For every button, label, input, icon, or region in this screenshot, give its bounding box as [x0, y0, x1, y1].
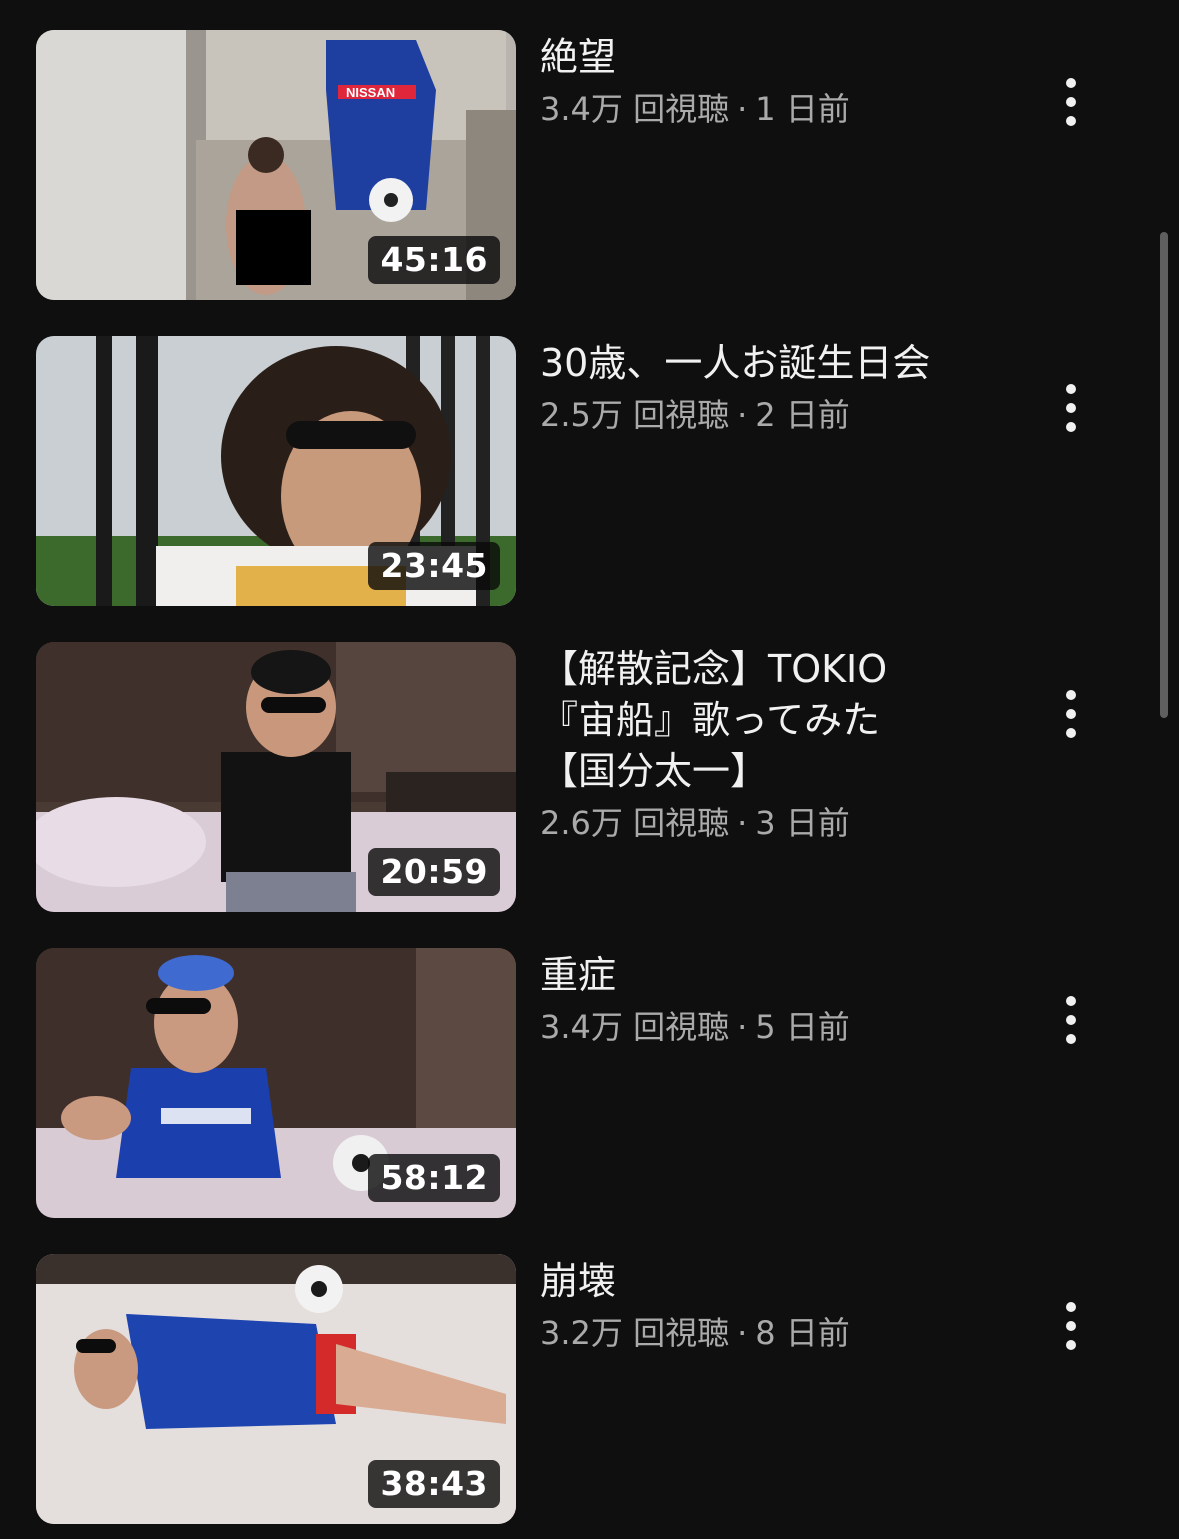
video-thumbnail[interactable]: 20:59 [36, 642, 516, 912]
view-count: 2.5万 回視聴 [540, 396, 730, 434]
video-title[interactable]: 30歳、一人お誕生日会 [540, 338, 1010, 389]
video-duration: 45:16 [368, 236, 500, 284]
more-vert-icon [1066, 78, 1076, 88]
more-vert-icon-dot [1066, 422, 1076, 432]
video-info[interactable]: 重症 3.4万 回視聴 · 5 日前 [540, 950, 1010, 1049]
video-meta: 2.5万 回視聴 · 2 日前 [540, 393, 1010, 437]
meta-separator: · [737, 1008, 748, 1046]
more-options-button[interactable] [1046, 378, 1096, 438]
more-vert-icon-dot [1066, 403, 1076, 413]
more-vert-icon-dot [1066, 97, 1076, 107]
video-duration: 20:59 [368, 848, 500, 896]
view-count: 3.4万 回視聴 [540, 1008, 730, 1046]
view-count: 3.2万 回視聴 [540, 1314, 730, 1352]
video-duration: 23:45 [368, 542, 500, 590]
video-item-4[interactable]: 58:12 重症 3.4万 回視聴 · 5 日前 [0, 948, 1150, 1220]
video-title-line: 【国分太一】 [540, 749, 769, 793]
video-title-line: 崩壊 [540, 1259, 617, 1303]
view-count: 3.4万 回視聴 [540, 90, 730, 128]
video-info[interactable]: 30歳、一人お誕生日会 2.5万 回視聴 · 2 日前 [540, 338, 1010, 437]
upload-age: 8 日前 [755, 1314, 850, 1352]
more-vert-icon [1066, 690, 1076, 700]
video-item-3[interactable]: 20:59 【解散記念】TOKIO 『宙船』歌ってみた 【国分太一】 2.6万 … [0, 642, 1150, 914]
video-duration: 38:43 [368, 1460, 500, 1508]
meta-separator: · [737, 396, 748, 434]
more-options-button[interactable] [1046, 72, 1096, 132]
video-item-1[interactable]: NISSAN 45:16 絶望 3.4万 回視聴 · 1 日前 [0, 30, 1150, 302]
more-options-button[interactable] [1046, 1296, 1096, 1356]
video-title[interactable]: 【解散記念】TOKIO 『宙船』歌ってみた 【国分太一】 [540, 644, 1010, 797]
more-vert-icon-dot [1066, 1034, 1076, 1044]
video-thumbnail[interactable]: NISSAN 45:16 [36, 30, 516, 300]
video-thumbnail[interactable]: 38:43 [36, 1254, 516, 1524]
video-meta: 3.4万 回視聴 · 1 日前 [540, 87, 1010, 131]
more-vert-icon-dot [1066, 709, 1076, 719]
video-title-line: 30歳、一人お誕生日会 [540, 341, 931, 385]
video-title-line: 【解散記念】TOKIO [540, 647, 888, 691]
jersey-print: NISSAN [346, 85, 395, 100]
upload-age: 5 日前 [755, 1008, 850, 1046]
upload-age: 3 日前 [755, 804, 850, 842]
more-options-button[interactable] [1046, 684, 1096, 744]
more-vert-icon-dot [1066, 116, 1076, 126]
more-vert-icon [1066, 384, 1076, 394]
upload-age: 1 日前 [755, 90, 850, 128]
video-title-line: 絶望 [540, 35, 617, 79]
more-vert-icon [1066, 1302, 1076, 1312]
video-info[interactable]: 崩壊 3.2万 回視聴 · 8 日前 [540, 1256, 1010, 1355]
view-count: 2.6万 回視聴 [540, 804, 730, 842]
video-item-5[interactable]: 38:43 崩壊 3.2万 回視聴 · 8 日前 [0, 1254, 1150, 1526]
more-options-button[interactable] [1046, 990, 1096, 1050]
more-vert-icon-dot [1066, 1321, 1076, 1331]
more-vert-icon-dot [1066, 1015, 1076, 1025]
video-duration: 58:12 [368, 1154, 500, 1202]
scrollbar[interactable] [1160, 232, 1168, 718]
video-meta: 2.6万 回視聴 · 3 日前 [540, 801, 1010, 845]
more-vert-icon [1066, 996, 1076, 1006]
more-vert-icon-dot [1066, 1340, 1076, 1350]
video-info[interactable]: 絶望 3.4万 回視聴 · 1 日前 [540, 32, 1010, 131]
meta-separator: · [737, 804, 748, 842]
meta-separator: · [737, 90, 748, 128]
video-title[interactable]: 崩壊 [540, 1256, 1010, 1307]
video-title-line: 重症 [540, 953, 617, 997]
video-info[interactable]: 【解散記念】TOKIO 『宙船』歌ってみた 【国分太一】 2.6万 回視聴 · 3 … [540, 644, 1010, 845]
video-thumbnail[interactable]: 23:45 [36, 336, 516, 606]
meta-separator: · [737, 1314, 748, 1352]
video-title[interactable]: 絶望 [540, 32, 1010, 83]
video-meta: 3.2万 回視聴 · 8 日前 [540, 1311, 1010, 1355]
video-title[interactable]: 重症 [540, 950, 1010, 1001]
upload-age: 2 日前 [755, 396, 850, 434]
video-meta: 3.4万 回視聴 · 5 日前 [540, 1005, 1010, 1049]
video-list: NISSAN 45:16 絶望 3.4万 回視聴 · 1 日前 23:45 30… [0, 0, 1179, 1539]
video-item-2[interactable]: 23:45 30歳、一人お誕生日会 2.5万 回視聴 · 2 日前 [0, 336, 1150, 608]
more-vert-icon-dot [1066, 728, 1076, 738]
video-thumbnail[interactable]: 58:12 [36, 948, 516, 1218]
video-title-line: 『宙船』歌ってみた [540, 698, 881, 742]
